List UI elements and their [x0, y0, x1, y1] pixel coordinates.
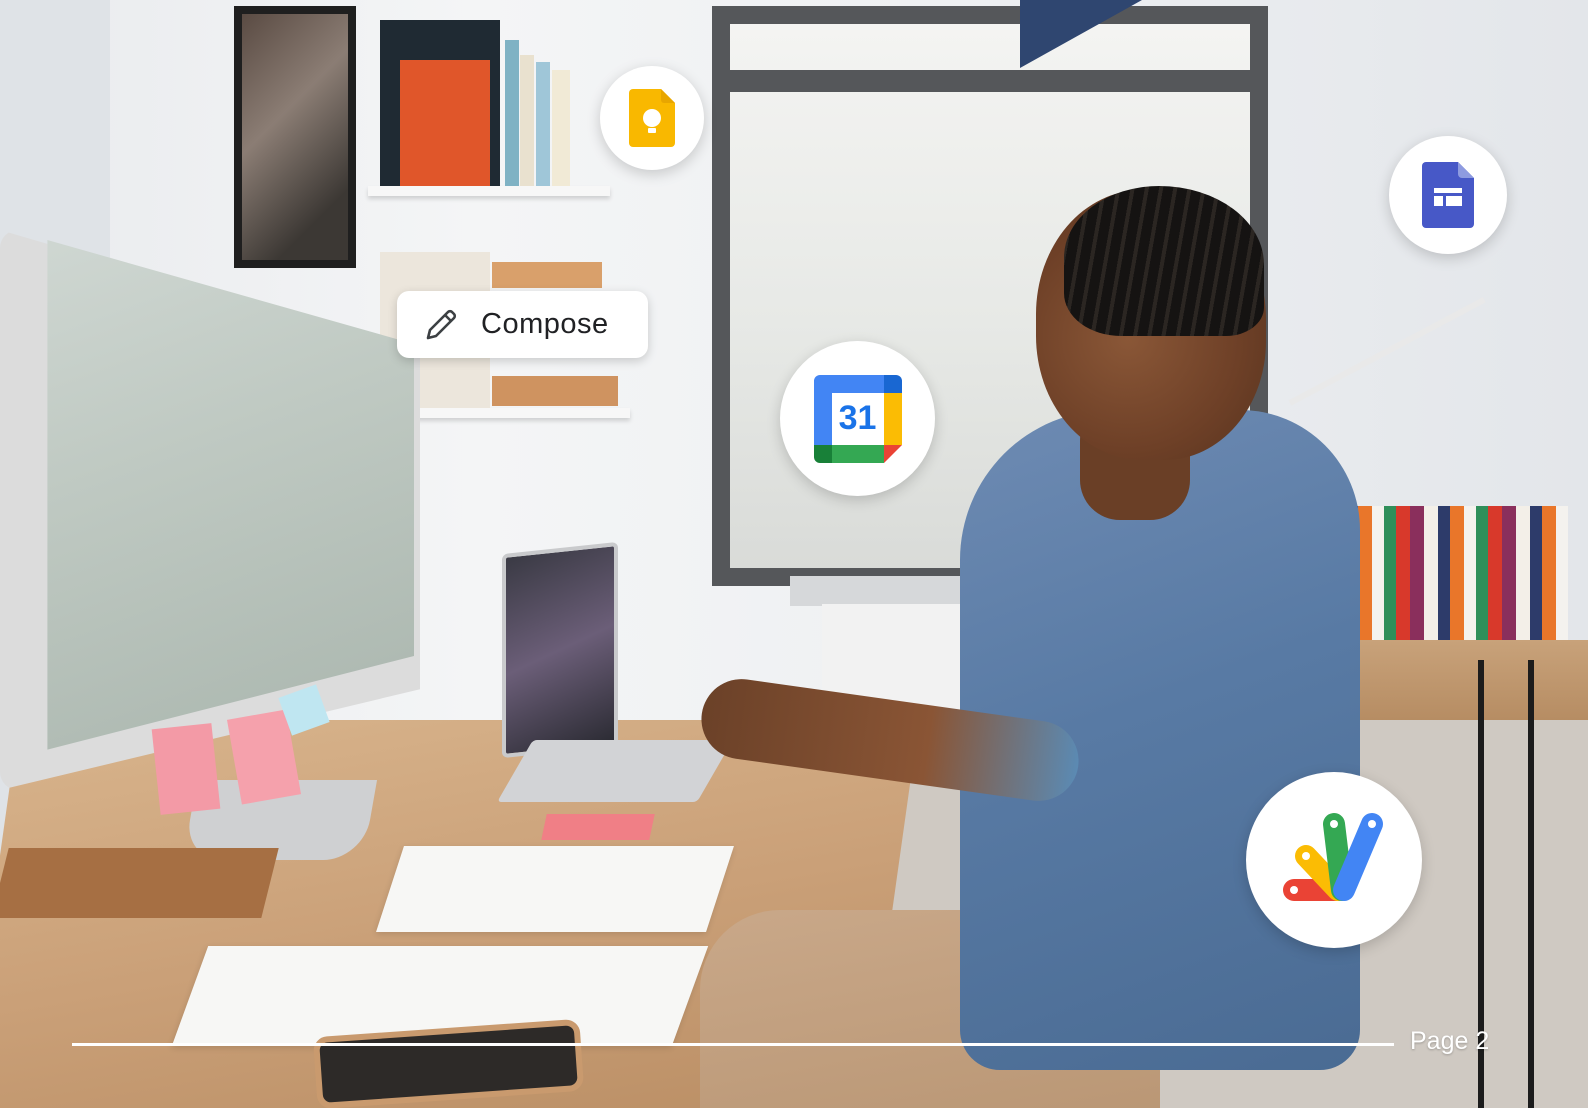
book: [505, 40, 519, 186]
compose-button[interactable]: Compose: [397, 291, 648, 358]
book: [536, 62, 550, 186]
google-sites-icon: [1422, 162, 1474, 228]
framed-picture: [234, 6, 356, 268]
google-keep-icon: [629, 89, 675, 147]
compose-label: Compose: [481, 308, 609, 340]
pencil-icon: [423, 307, 459, 343]
google-apps-script-icon: [1272, 810, 1396, 910]
laptop-keyboard: [497, 740, 733, 802]
book: [492, 376, 618, 406]
shelf-upper: [368, 186, 610, 196]
book: [520, 55, 534, 186]
book: [400, 60, 490, 186]
google-apps-script-button[interactable]: [1246, 772, 1422, 948]
page-number: Page 2: [1410, 1027, 1490, 1055]
laptop-screen: [502, 541, 618, 759]
pen-tray: [0, 848, 279, 918]
sticky-note: [151, 723, 221, 815]
calendar-day-number: 31: [838, 399, 877, 437]
google-calendar-icon: 31: [813, 374, 902, 463]
book: [492, 262, 602, 288]
paper-sheet: [376, 846, 734, 932]
slide-page: 31 Compose Page 2: [0, 0, 1588, 1108]
google-keep-button[interactable]: [600, 66, 704, 170]
sticky-pad: [541, 814, 655, 840]
book: [552, 70, 570, 186]
footer-rule: [72, 1043, 1394, 1046]
window-crossbar: [712, 70, 1268, 92]
google-calendar-button[interactable]: 31: [780, 341, 935, 496]
google-sites-button[interactable]: [1389, 136, 1507, 254]
chair: [1478, 660, 1588, 1108]
